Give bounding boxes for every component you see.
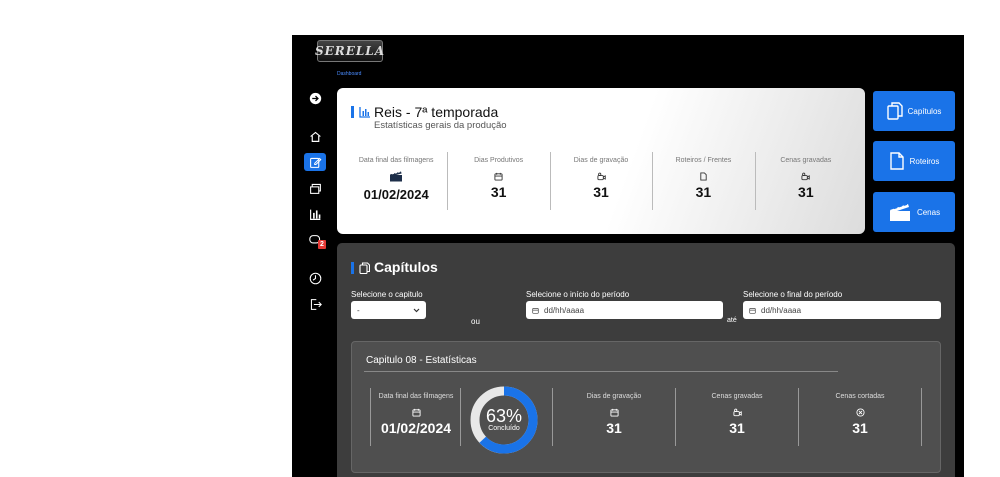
stat-label: Data final das filmagens bbox=[378, 393, 454, 400]
camera-icon bbox=[596, 172, 606, 180]
page-subtitle: Estatísticas gerais da produção bbox=[374, 120, 507, 131]
end-date-label: Selecione o final do período bbox=[743, 290, 843, 299]
to-text: até bbox=[727, 317, 737, 324]
bar-chart-icon bbox=[309, 209, 320, 220]
stat-productive-days: Dias Produtivos 31 bbox=[447, 152, 549, 210]
stat-value: 01/02/2024 bbox=[380, 420, 452, 436]
stat-label: Cenas gravadas bbox=[780, 157, 832, 164]
calendar-icon bbox=[749, 307, 756, 314]
sidebar-item-stats[interactable] bbox=[304, 205, 326, 223]
sidebar: 2 bbox=[304, 89, 328, 321]
home-icon bbox=[309, 131, 321, 142]
scripts-button[interactable]: Roteiros bbox=[873, 141, 955, 181]
chapters-panel: Capítulos Selecione o capitulo - ou Sele… bbox=[337, 243, 955, 477]
divider bbox=[460, 388, 461, 446]
x-circle-icon bbox=[855, 407, 865, 417]
chapter-end-date: Data final das filmagens 01/02/2024 bbox=[372, 388, 460, 446]
chapter-cut-scenes: Cenas cortadas 31 bbox=[799, 388, 921, 446]
chapter-select[interactable]: - bbox=[351, 301, 426, 319]
stats-row: Data final das filmagens 01/02/2024 Dias… bbox=[345, 152, 857, 210]
app-window: SERELLA Dashboard 2 Reis - 7ª temporada … bbox=[292, 35, 964, 477]
sidebar-item-expand[interactable] bbox=[304, 89, 326, 107]
stat-label: Cenas gravadas bbox=[711, 393, 763, 400]
stat-recorded-scenes: Cenas gravadas 31 bbox=[754, 152, 857, 210]
stat-label: Dias de gravação bbox=[573, 157, 629, 164]
chapters-button[interactable]: Capítulos bbox=[873, 91, 955, 131]
sidebar-item-home[interactable] bbox=[304, 127, 326, 145]
stat-value: 31 bbox=[798, 184, 814, 200]
stat-label: Roteiros / Frentes bbox=[675, 157, 732, 164]
chapter-recorded-scenes: Cenas gravadas 31 bbox=[676, 388, 798, 446]
stat-label: Dias Produtivos bbox=[474, 157, 524, 164]
or-text: ou bbox=[471, 317, 480, 326]
sidebar-item-history[interactable] bbox=[304, 269, 326, 287]
layers-icon bbox=[309, 183, 321, 194]
start-date-label: Selecione o início do período bbox=[526, 290, 630, 299]
clock-icon bbox=[309, 272, 321, 284]
accent-bar bbox=[351, 106, 354, 118]
stat-recording-days: Dias de gravação 31 bbox=[549, 152, 652, 210]
clapperboard-icon bbox=[889, 203, 910, 221]
notification-badge: 2 bbox=[318, 240, 326, 249]
production-summary-card: Reis - 7ª temporada Estatísticas gerais … bbox=[337, 88, 865, 234]
logout-icon bbox=[310, 298, 322, 310]
end-date-placeholder: dd/hh/aaaa bbox=[761, 305, 802, 315]
chapter-stats-title: Capitulo 08 - Estatísticas bbox=[366, 355, 477, 366]
calendar-icon bbox=[609, 408, 619, 417]
stat-value: 31 bbox=[729, 420, 745, 436]
scenes-button[interactable]: Cenas bbox=[873, 192, 955, 232]
chapter-select-value: - bbox=[357, 305, 360, 315]
stat-value: 31 bbox=[490, 184, 507, 200]
start-date-input[interactable]: dd/hh/aaaa bbox=[526, 301, 723, 319]
stat-end-date: Data final das filmagens 01/02/2024 bbox=[345, 152, 447, 210]
stat-value: 31 bbox=[852, 420, 868, 436]
stat-value: 31 bbox=[606, 420, 622, 436]
divider bbox=[370, 388, 371, 446]
stat-scripts: Roteiros / Frentes 31 bbox=[652, 152, 754, 210]
start-date-placeholder: dd/hh/aaaa bbox=[544, 305, 585, 315]
sidebar-item-logout[interactable] bbox=[304, 295, 326, 313]
page-title: Reis - 7ª temporada bbox=[374, 104, 499, 120]
clapperboard-icon bbox=[390, 171, 403, 182]
stat-label: Dias de gravação bbox=[586, 393, 642, 400]
document-icon bbox=[889, 152, 904, 170]
scripts-button-label: Roteiros bbox=[909, 156, 940, 166]
sidebar-item-edit[interactable] bbox=[304, 153, 326, 171]
bar-chart-icon bbox=[359, 107, 370, 118]
sidebar-item-messages[interactable]: 2 bbox=[304, 231, 326, 249]
copy-icon bbox=[886, 102, 903, 120]
logo: SERELLA bbox=[315, 40, 384, 62]
scenes-button-label: Cenas bbox=[916, 207, 941, 217]
calendar-icon bbox=[494, 172, 503, 181]
stat-value: 31 bbox=[593, 184, 609, 200]
accent-bar bbox=[351, 262, 354, 274]
chevron-down-icon bbox=[413, 308, 420, 312]
divider bbox=[364, 371, 838, 372]
camera-icon bbox=[732, 408, 742, 416]
arrow-right-circle-icon bbox=[309, 92, 321, 104]
calendar-icon bbox=[532, 307, 539, 314]
divider bbox=[921, 388, 922, 446]
sidebar-item-layers[interactable] bbox=[304, 179, 326, 197]
chapter-stats-card: Capitulo 08 - Estatísticas Data final da… bbox=[351, 341, 941, 473]
edit-icon bbox=[309, 157, 321, 168]
breadcrumb[interactable]: Dashboard bbox=[337, 71, 361, 77]
chapter-select-label: Selecione o capitulo bbox=[351, 290, 423, 299]
copy-icon bbox=[359, 262, 370, 274]
progress-percent: 63% bbox=[485, 406, 523, 426]
progress-label: Concluído bbox=[488, 425, 520, 432]
progress-readout: 63% Concluído bbox=[470, 407, 538, 432]
stat-label: Cenas cortadas bbox=[835, 393, 885, 400]
document-icon bbox=[700, 171, 707, 181]
chapters-button-label: Capítulos bbox=[907, 106, 942, 116]
camera-icon bbox=[801, 172, 811, 180]
stat-label: Data final das filmagens bbox=[358, 157, 434, 164]
calendar-icon bbox=[411, 408, 421, 417]
stat-value: 31 bbox=[695, 184, 712, 200]
chapters-title: Capítulos bbox=[374, 259, 438, 275]
end-date-input[interactable]: dd/hh/aaaa bbox=[743, 301, 941, 319]
stat-value: 01/02/2024 bbox=[363, 187, 429, 202]
chapter-recording-days: Dias de gravação 31 bbox=[553, 388, 675, 446]
